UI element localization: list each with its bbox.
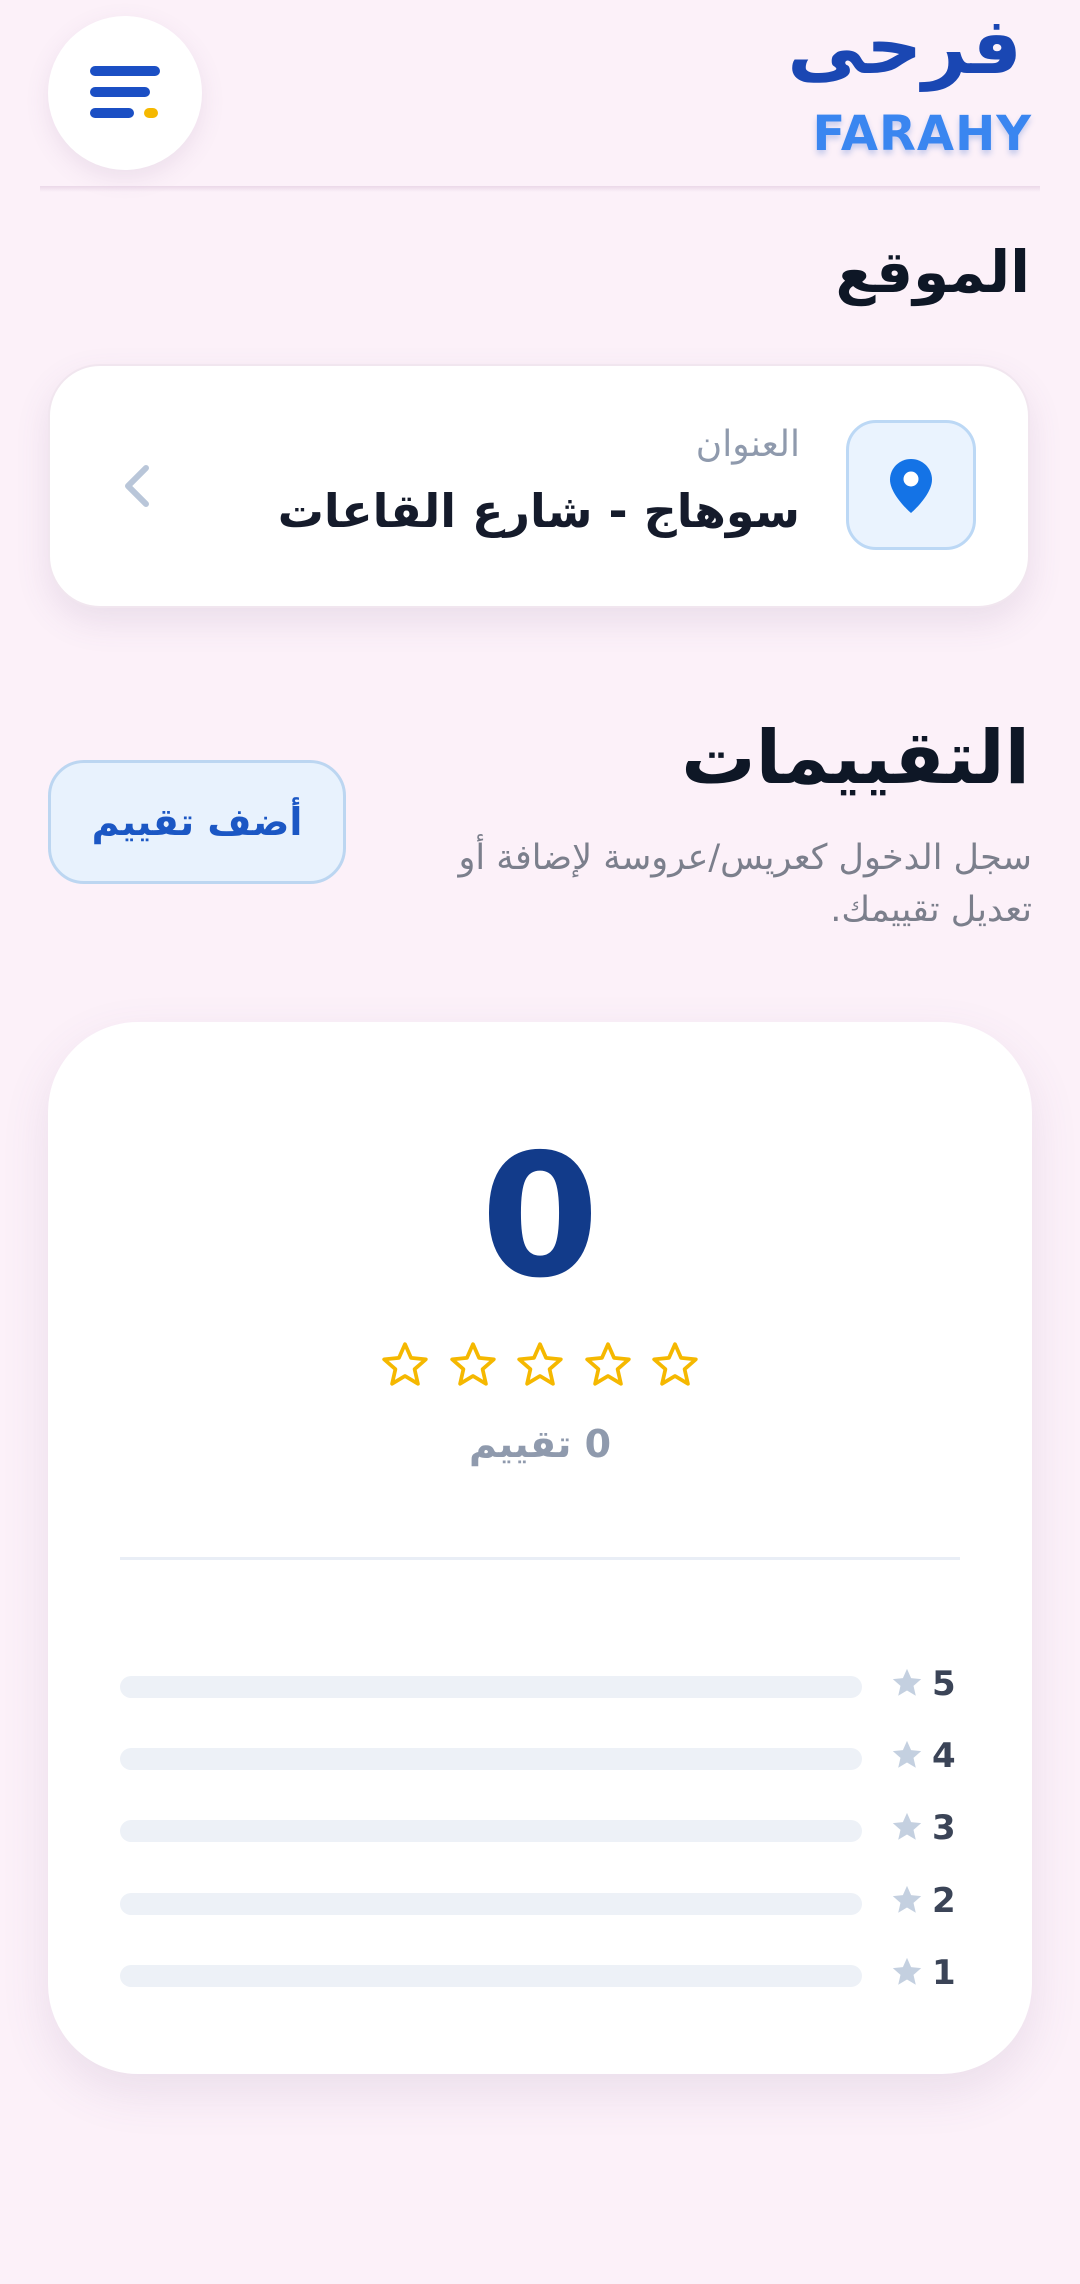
menu-button[interactable]: [48, 16, 202, 170]
chevron-left-icon: [125, 465, 149, 507]
reviews-subtitle: سجل الدخول كعريس/عروسة لإضافة أو تعديل ت…: [458, 838, 1032, 930]
card-divider: [120, 1557, 960, 1560]
logo-arabic: فرحى: [787, 2, 1022, 92]
star-icon: [892, 1740, 922, 1768]
rating-stars: [380, 1340, 700, 1390]
review-count: 0 تقييم: [468, 1422, 612, 1466]
address-label: العنوان: [695, 424, 800, 465]
rating-row: 3: [120, 1808, 960, 1848]
address-value: سوهاج - شارع القاعات: [277, 484, 800, 538]
rating-bar-track: [120, 1676, 862, 1698]
rating-row: 5: [120, 1664, 960, 1704]
location-title: الموقع: [835, 238, 1030, 306]
star-icon: [382, 1342, 428, 1386]
address-card[interactable]: العنوان سوهاج - شارع القاعات: [48, 364, 1030, 608]
star-icon: [892, 1885, 922, 1913]
rating-level-label: 3: [932, 1808, 956, 1848]
location-pin-icon: [846, 420, 976, 550]
rating-row: 4: [120, 1736, 960, 1776]
logo-english: FARAHY: [812, 106, 1032, 162]
reviews-title: التقييمات: [681, 715, 1030, 801]
rating-row: 1: [120, 1953, 960, 1993]
rating-bar-track: [120, 1893, 862, 1915]
header-divider: [40, 186, 1040, 192]
star-icon: [892, 1812, 922, 1840]
rating-summary-card: 0 0 تقييم 5 4 3 2 1: [48, 1022, 1032, 2074]
rating-bar-track: [120, 1820, 862, 1842]
star-icon: [652, 1342, 698, 1386]
star-icon: [449, 1342, 496, 1386]
rating-level-label: 1: [932, 1953, 956, 1993]
star-icon: [892, 1668, 922, 1696]
add-review-button[interactable]: أضف تقييم: [48, 760, 346, 884]
rating-level-label: 4: [932, 1736, 956, 1776]
rating-bar-track: [120, 1965, 862, 1987]
average-score: 0: [480, 1118, 600, 1316]
rating-level-label: 2: [932, 1881, 956, 1921]
star-icon: [517, 1342, 563, 1386]
star-icon: [584, 1342, 631, 1386]
star-icon: [892, 1957, 922, 1985]
rating-bar-track: [120, 1748, 862, 1770]
rating-level-label: 5: [932, 1664, 956, 1704]
rating-row: 2: [120, 1881, 960, 1921]
